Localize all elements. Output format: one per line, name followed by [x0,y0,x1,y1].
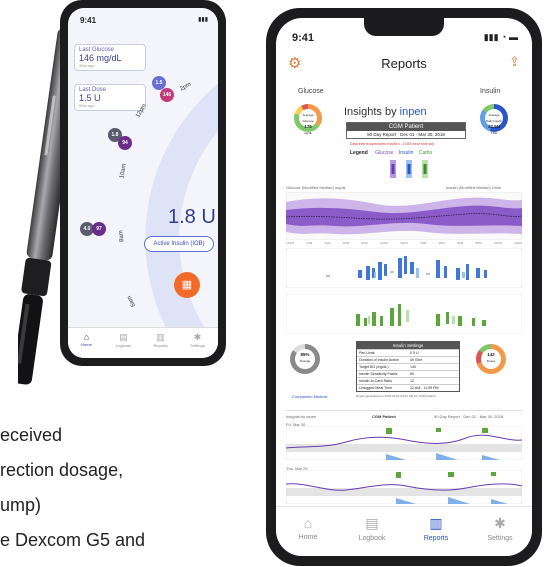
table-row: Unlogged Meal Time 12 AM - 11:59 PM [357,384,459,391]
calculator-icon: ▦ [181,279,193,291]
signal-wifi-battery-icon: ▮▮▮ ◔ ▬ [483,32,518,42]
glucose-marker[interactable]: 146 [160,88,174,102]
avg-insulin-ring: Average Daily Insulin 32.5U TDD [480,104,508,135]
tab-home[interactable]: ⌂ Home [68,332,105,347]
insulin-box-chart [286,248,522,288]
avg-insulin-caption: Average Daily Insulin [485,113,503,123]
logbook-icon: ▤ [365,515,379,531]
tab-logbook[interactable]: ▤ Logbook [340,515,404,542]
avg-glucose-unit: mg/dL [303,131,313,135]
meals-label: Doses [486,359,496,363]
tab-logbook[interactable]: ▤ Logbook [105,332,142,348]
report-brand: Insights by inpen [344,106,427,118]
time-label-8am: 8am [118,229,126,243]
table-row: Target BG (mg/dL) 140 [357,363,459,370]
data-warning: Data inferred/predicted marked - CGM wea… [350,142,434,146]
divider [286,410,522,411]
glucose-label: Glucose [298,88,324,95]
legend: Legend Glucose Insulin Carbs [350,150,432,156]
avg-glucose-value: 176 [304,124,312,129]
table-row: Insulin-to-Carb Ratio 12 [357,377,459,384]
tab-reports[interactable]: ▥ Reports [404,515,468,542]
calculator-use-label: Dosage [299,359,311,363]
legend-insulin: Insulin [398,150,414,156]
meals-ring: 142 Doses [476,344,506,374]
hour-axis: 12AM 2AM 4AM 6AM 8AM 10AM 12PM 2PM 4PM 6PM 8PM 10PM… [286,241,522,245]
avg-glucose-caption: Average Glucose [302,113,314,123]
page-title: Reports [381,56,427,71]
status-time: 9:41 [80,16,97,25]
share-icon: ⇪ [509,54,520,69]
legend-title: Legend [350,150,368,156]
legend-carbs: Carbs [418,150,433,156]
share-button[interactable]: ⇪ [509,54,520,70]
left-phone-screen: 9:41 ▮▮▮ Last Glucose 146 mg/dL 30m ago … [68,8,218,358]
tab-settings[interactable]: ✱ Settings [468,515,532,542]
home-icon: ⌂ [83,332,90,342]
right-phone-screen: 9:41 ▮▮▮ ◔ ▬ ⚙ Reports ⇪ Glucose Insulin… [276,18,532,556]
phone-notch [364,18,444,36]
avg-glucose-ring: Average Glucose 176 mg/dL [294,104,322,135]
calculator-use-value: 85% [300,352,310,357]
body-text-line-1: eceived [0,425,63,445]
reports-icon: ▥ [156,332,165,342]
avg-insulin-value: 32.5U [487,124,500,129]
active-insulin-button[interactable]: Active Insulin (IOB) [144,236,214,252]
glucose-marker[interactable]: 94 [118,136,132,150]
body-text-line-4: e Dexcom G5 and [0,530,146,550]
tab-bar: ⌂ Home ▤ Logbook ▥ Reports ✱ Settings [276,506,532,556]
reports-icon: ▥ [429,515,443,531]
table-row: Pen Units 0.5 U [357,349,459,356]
home-icon: ⌂ [303,515,313,531]
active-insulin-units: 1.8 U [168,206,216,228]
insulin-section-label: Insulin (Modified Median) Units [446,185,501,190]
meals-value: 142 [487,352,495,357]
insulin-settings-title: Insulin Settings [357,342,459,349]
carbs-box-chart [286,294,522,334]
insulin-label: Insulin [480,88,501,95]
tab-home[interactable]: ⌂ Home [276,515,340,541]
daily-trace-chart [286,426,522,460]
legend-glucose: Glucose [375,150,394,156]
body-text-line-3: ump) [0,495,42,515]
left-tab-bar: ⌂ Home ▤ Logbook ▥ Reports ✱ Settings [68,327,218,358]
glucose-section-label: Glucose (Modified Median) mg/dL [286,185,347,190]
footer-note: Report generated on 2018-04-01 09:41 AM … [356,394,436,398]
inpen-logo: inpen [399,106,427,118]
report-range: 90 Day Report · Dec 01 - Mar 30, 2018 [367,132,445,137]
gear-icon: ✱ [494,515,506,531]
signal-icon: ▮▮▮ [198,17,208,23]
glucose-percentile-chart [286,192,522,240]
report-header-box: CGM Patient 90 Day Report · Dec 01 - Mar… [346,122,466,139]
table-row: Insulin Sensitivity Factor 60 [357,370,459,377]
gear-icon: ✱ [193,332,202,342]
insulin-settings-table: Insulin Settings Pen Units 0.5 U Duration… [356,341,460,392]
glucose-marker[interactable]: 97 [92,222,106,236]
tab-settings[interactable]: ✱ Settings [179,332,216,348]
section2-patient: CGM Patient [372,414,396,419]
body-text-line-2: rection dosage, [0,460,124,480]
daily-trace-chart [286,470,522,504]
legend-swatches [390,160,428,178]
calculator-button[interactable]: ▦ [174,272,200,298]
section2-range: 90 Day Report · Dec 01 - Mar 30, 2018 [434,414,504,419]
patient-name: CGM Patient [347,123,465,131]
companion-medical-logo: Companion Medical [292,394,328,399]
tab-reports[interactable]: ▥ Reports [142,332,179,348]
calculator-use-ring: 85% Dosage [290,344,320,374]
logbook-icon: ▤ [119,332,128,342]
status-time: 9:41 [292,32,315,44]
table-row: Duration of Insulin Action 4h 00m [357,356,459,363]
section2-brand: Insights by inpen [286,414,317,419]
avg-insulin-unit: TDD [490,131,498,135]
